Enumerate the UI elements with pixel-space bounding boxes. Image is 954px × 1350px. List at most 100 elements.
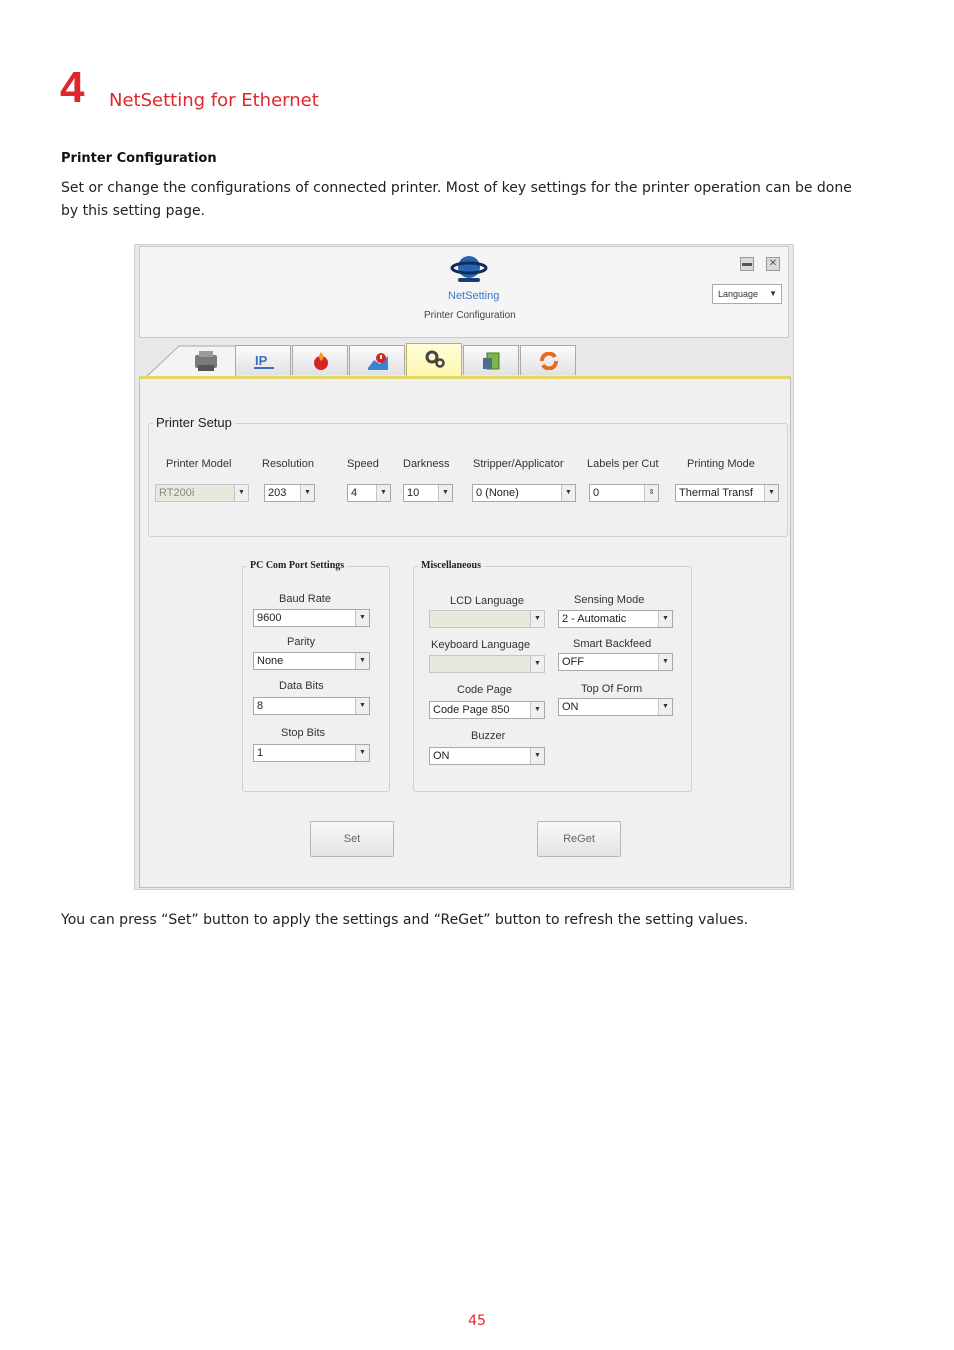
chevron-down-icon: ▼	[530, 702, 544, 718]
language-select[interactable]: Language ▼	[712, 284, 782, 304]
keyboard-language-label: Keyboard Language	[431, 639, 531, 651]
chevron-down-icon: ▼	[769, 289, 777, 298]
tab-settings[interactable]	[406, 343, 462, 376]
com-port-title: PC Com Port Settings	[247, 560, 348, 571]
baud-rate-label: Baud Rate	[279, 593, 331, 605]
language-select-label: Language	[718, 289, 759, 299]
tab-alert[interactable]	[349, 345, 405, 375]
darkness-select[interactable]: 10 ▼	[403, 484, 453, 502]
chevron-down-icon: ▼	[234, 485, 248, 501]
baud-rate-select[interactable]: 9600 ▼	[253, 609, 370, 627]
miscellaneous-title: Miscellaneous	[418, 560, 484, 571]
page-number: 45	[468, 1313, 486, 1329]
resolution-select[interactable]: 203 ▼	[264, 484, 315, 502]
darkness-value: 10	[407, 487, 420, 499]
printing-mode-select[interactable]: Thermal Transf ▼	[675, 484, 779, 502]
app-name: NetSetting	[448, 290, 500, 302]
ip-label: IP	[255, 353, 268, 368]
printer-setup-group: Printer Setup Printer Model RT200i ▼ Res…	[148, 415, 788, 537]
smart-backfeed-select[interactable]: OFF ▼	[558, 653, 673, 671]
refresh-icon	[540, 352, 558, 370]
code-page-value: Code Page 850	[433, 704, 510, 716]
printer-model-select[interactable]: RT200i ▼	[155, 484, 249, 502]
labels-per-cut-value: 0	[593, 487, 600, 499]
top-of-form-value: ON	[562, 701, 579, 713]
netsetting-logo-icon	[450, 256, 488, 282]
tab-ip[interactable]: IP	[235, 345, 291, 375]
resolution-value: 203	[268, 487, 287, 499]
sensing-mode-select[interactable]: 2 - Automatic ▼	[558, 610, 673, 628]
intro-paragraph: Set or change the configurations of conn…	[61, 180, 852, 219]
buzzer-select[interactable]: ON ▼	[429, 747, 545, 765]
smart-backfeed-value: OFF	[562, 656, 584, 668]
printer-setup-title: Printer Setup	[153, 415, 235, 430]
lcd-language-label: LCD Language	[450, 595, 525, 607]
stripper-select[interactable]: 0 (None) ▼	[472, 484, 576, 502]
data-bits-value: 8	[257, 700, 264, 712]
com-port-group: PC Com Port Settings Baud Rate 9600 ▼ Pa…	[242, 560, 390, 792]
smart-backfeed-label: Smart Backfeed	[573, 638, 652, 650]
chevron-down-icon: ▼	[300, 485, 314, 501]
labels-per-cut-stepper[interactable]: 0 ⇕	[589, 484, 659, 502]
data-bits-label: Data Bits	[279, 680, 324, 692]
top-of-form-select[interactable]: ON ▼	[558, 698, 673, 716]
fire-icon	[314, 352, 328, 370]
stop-bits-label: Stop Bits	[281, 727, 326, 739]
tab-refresh[interactable]	[520, 345, 576, 375]
reget-button[interactable]: ReGet	[537, 821, 621, 857]
chevron-down-icon: ▼	[530, 611, 544, 627]
stripper-label: Stripper/Applicator	[473, 458, 564, 470]
section-heading: Printer Configuration	[61, 151, 217, 166]
miscellaneous-group: Miscellaneous LCD Language ▼ Keyboard La…	[413, 560, 692, 792]
alert-icon	[368, 353, 388, 370]
chevron-down-icon: ▼	[530, 748, 544, 764]
data-bits-select[interactable]: 8 ▼	[253, 697, 370, 715]
resolution-label: Resolution	[262, 458, 314, 470]
ip-network-icon: IP	[254, 353, 274, 369]
outro-paragraph: You can press “Set” button to apply the …	[61, 912, 749, 928]
spinner-arrows-icon: ⇕	[644, 485, 658, 501]
stop-bits-select[interactable]: 1 ▼	[253, 744, 370, 762]
speed-select[interactable]: 4 ▼	[347, 484, 391, 502]
close-button[interactable]: ✕	[766, 257, 780, 271]
sensing-mode-label: Sensing Mode	[574, 594, 645, 606]
chapter-number: 4	[60, 63, 85, 112]
sensing-mode-value: 2 - Automatic	[562, 613, 627, 625]
buzzer-value: ON	[433, 750, 450, 762]
buzzer-label: Buzzer	[471, 730, 506, 742]
keyboard-language-select[interactable]: ▼	[429, 655, 545, 673]
tab-fire[interactable]	[292, 345, 348, 375]
printing-mode-label: Printing Mode	[687, 458, 755, 470]
chevron-down-icon: ▼	[764, 485, 778, 501]
tab-file[interactable]	[463, 345, 519, 375]
set-button[interactable]: Set	[310, 821, 394, 857]
settings-panel: Printer Setup Printer Model RT200i ▼ Res…	[139, 376, 791, 888]
app-subtitle: Printer Configuration	[424, 310, 516, 321]
chevron-down-icon: ▼	[438, 485, 452, 501]
chevron-down-icon: ▼	[355, 698, 369, 714]
top-of-form-label: Top Of Form	[581, 683, 643, 695]
chevron-down-icon: ▼	[355, 610, 369, 626]
tab-bar: IP	[143, 343, 793, 377]
lcd-language-select[interactable]: ▼	[429, 610, 545, 628]
parity-select[interactable]: None ▼	[253, 652, 370, 670]
chevron-down-icon: ▼	[355, 653, 369, 669]
printer-model-value: RT200i	[159, 487, 195, 499]
minimize-button[interactable]: ▬	[740, 257, 754, 271]
parity-value: None	[257, 655, 284, 667]
chevron-down-icon: ▼	[561, 485, 575, 501]
chevron-down-icon: ▼	[530, 656, 544, 672]
gears-icon	[425, 350, 445, 368]
speed-value: 4	[351, 487, 358, 499]
chapter-title: NetSetting for Ethernet	[109, 90, 319, 111]
chevron-down-icon: ▼	[658, 654, 672, 670]
baud-rate-value: 9600	[257, 612, 282, 624]
code-page-label: Code Page	[457, 684, 513, 696]
parity-label: Parity	[287, 636, 316, 648]
tab-printer[interactable]	[145, 345, 237, 377]
chevron-down-icon: ▼	[376, 485, 390, 501]
chevron-down-icon: ▼	[658, 699, 672, 715]
code-page-select[interactable]: Code Page 850 ▼	[429, 701, 545, 719]
window-header: NetSetting Printer Configuration ▬ ✕ Lan…	[139, 246, 789, 338]
labels-per-cut-label: Labels per Cut	[587, 458, 659, 470]
